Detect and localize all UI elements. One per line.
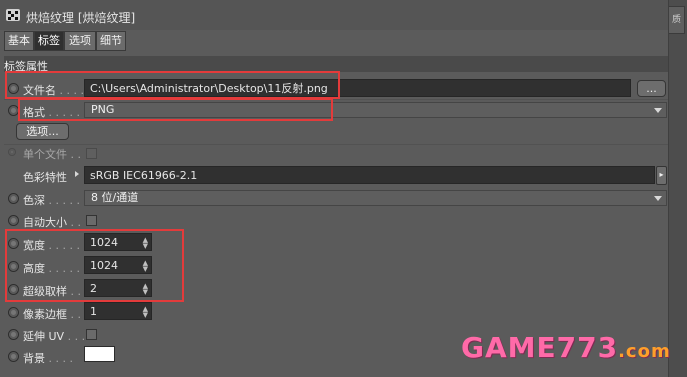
single-file-label: 单个文件 . . (23, 148, 81, 161)
bake-texture-icon (6, 9, 20, 21)
highlight-format (18, 98, 333, 121)
color-profile-label: 色彩特性 (23, 171, 67, 184)
chevron-down-icon (654, 196, 662, 201)
stretch-uv-checkbox[interactable] (86, 329, 97, 340)
pixel-border-label: 像素边框 . . . (23, 308, 88, 321)
highlight-filename (5, 71, 340, 99)
side-tab[interactable]: 质 (669, 6, 685, 34)
single-file-radio (8, 148, 16, 156)
pixel-border-value: 1 (90, 305, 97, 318)
browse-button[interactable]: ... (637, 80, 666, 97)
tab-details[interactable]: 细节 (96, 31, 126, 51)
background-animate-radio[interactable] (8, 351, 19, 362)
auto-size-animate-radio[interactable] (8, 215, 19, 226)
right-side-panel: 质 (668, 0, 687, 377)
spinner-arrows-icon[interactable]: ▲ ▼ (143, 306, 148, 319)
color-depth-dropdown[interactable]: 8 位/通道 (84, 190, 667, 206)
color-depth-value: 8 位/通道 (91, 191, 139, 204)
section-header (4, 56, 668, 72)
tab-tag[interactable]: 标签 (34, 31, 64, 51)
tab-basic[interactable]: 基本 (4, 31, 34, 51)
color-profile-field[interactable]: sRGB IEC61966-2.1 (84, 166, 655, 184)
expand-arrow-icon[interactable] (75, 171, 79, 177)
window-title: 烘焙纹理 [烘焙纹理] (26, 11, 136, 25)
color-profile-menu-button[interactable]: ▸ (656, 166, 667, 185)
watermark-logo: GAME773.com (461, 331, 671, 364)
color-depth-label: 色深 . . . . . . (23, 194, 87, 207)
auto-size-label: 自动大小 . . (23, 216, 81, 229)
single-file-checkbox (86, 148, 97, 159)
tab-options[interactable]: 选项 (64, 31, 96, 51)
background-label: 背景 . . . . (23, 352, 73, 365)
stretch-uv-animate-radio[interactable] (8, 329, 19, 340)
highlight-size (5, 229, 184, 302)
stretch-uv-label: 延伸 UV . . . (23, 330, 86, 343)
chevron-down-icon (654, 108, 662, 113)
background-color-swatch[interactable] (84, 346, 115, 362)
color-depth-animate-radio[interactable] (8, 193, 19, 204)
pixel-border-animate-radio[interactable] (8, 307, 19, 318)
pixel-border-field[interactable]: 1 ▲ ▼ (84, 302, 152, 320)
options-button[interactable]: 选项... (16, 123, 69, 140)
auto-size-checkbox[interactable] (86, 215, 97, 226)
